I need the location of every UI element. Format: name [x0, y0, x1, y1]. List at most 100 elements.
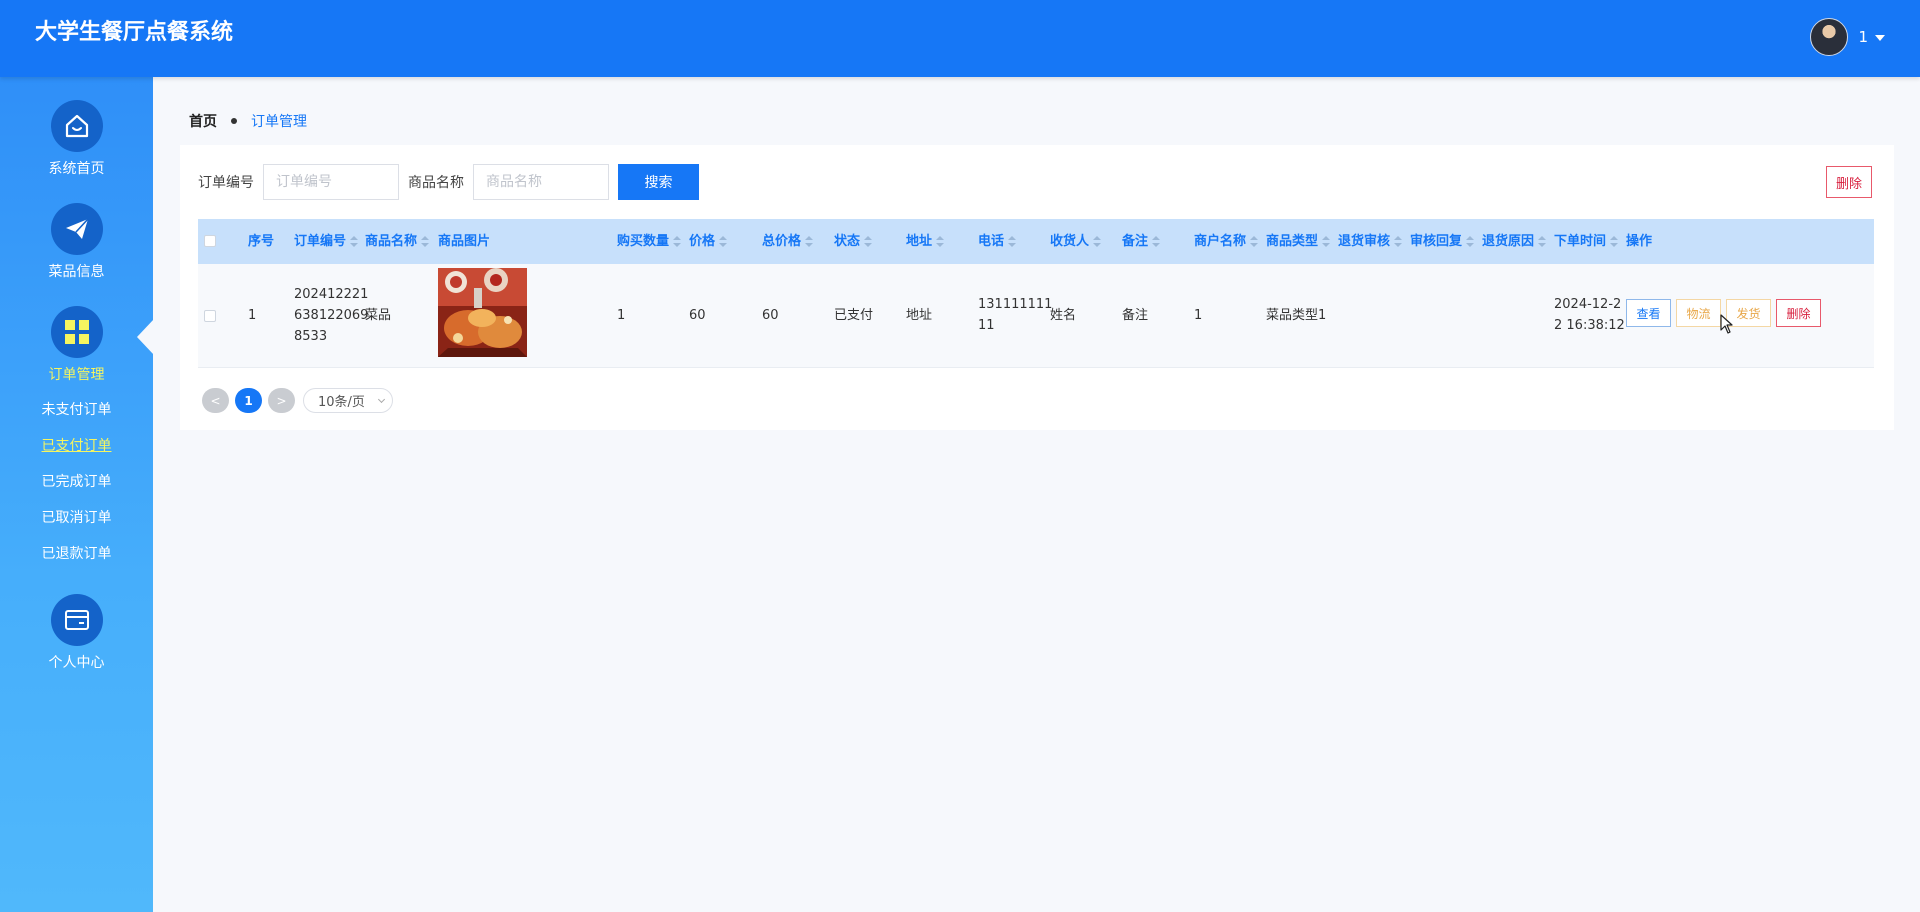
- cell-status: 已支付: [834, 308, 874, 323]
- sort-icon[interactable]: [421, 235, 430, 248]
- sort-icon[interactable]: [1250, 235, 1259, 248]
- product-name-input[interactable]: [473, 164, 609, 200]
- column-header-order-no[interactable]: 订单编号: [294, 219, 359, 264]
- cell-address: 地址: [906, 308, 933, 323]
- column-header-status[interactable]: 状态: [834, 219, 873, 264]
- sidebar-item-profile[interactable]: 个人中心: [0, 594, 153, 672]
- column-header-return-reason[interactable]: 退货原因: [1482, 219, 1547, 264]
- breadcrumb-current: 订单管理: [251, 114, 307, 130]
- orders-table: 序号 订单编号 商品名称 商品图片 购买数量 价格 总价格 状态 地址 电话 收…: [198, 219, 1874, 368]
- breadcrumb-separator-icon: [231, 118, 237, 124]
- sidebar-item-label: 个人中心: [48, 655, 105, 671]
- grid-icon: [50, 306, 103, 358]
- column-header-total-price[interactable]: 总价格: [762, 219, 814, 264]
- column-header-review-reply[interactable]: 审核回复: [1410, 219, 1475, 264]
- column-header-product-type[interactable]: 商品类型: [1266, 219, 1331, 264]
- page-size-select[interactable]: 10条/页: [303, 388, 393, 413]
- table-row: 1 202412221 638122069 8533 菜品 1 60 60 已支…: [198, 264, 1874, 368]
- sidebar: 系统首页 菜品信息 订单管理 未支付订单 已支付订单 已完成订单 已取消订单 已…: [0, 77, 154, 912]
- column-header-address[interactable]: 地址: [906, 219, 945, 264]
- active-indicator: [137, 319, 154, 355]
- breadcrumb-home[interactable]: 首页: [189, 111, 217, 131]
- column-header-merchant[interactable]: 商户名称: [1194, 219, 1259, 264]
- product-name-label: 商品名称: [408, 175, 464, 191]
- sort-icon[interactable]: [350, 235, 359, 248]
- home-icon: [50, 100, 103, 152]
- order-no-input[interactable]: [263, 164, 399, 200]
- sort-icon[interactable]: [864, 235, 873, 248]
- sidebar-item-home[interactable]: 系统首页: [0, 100, 153, 178]
- page-number-button[interactable]: 1: [235, 388, 262, 413]
- top-header: 大学生餐厅点餐系统 1: [0, 0, 1920, 77]
- sort-icon[interactable]: [1466, 235, 1475, 248]
- row-checkbox[interactable]: [204, 310, 216, 322]
- sort-icon[interactable]: [936, 235, 945, 248]
- sort-icon[interactable]: [1538, 235, 1547, 248]
- sort-icon[interactable]: [1008, 235, 1017, 248]
- cell-order-no: 202412221 638122069 8533: [294, 287, 369, 344]
- sidebar-sub-item-refunded[interactable]: 已退款订单: [0, 543, 153, 563]
- cell-consignee: 姓名: [1050, 308, 1077, 323]
- sort-icon[interactable]: [1322, 235, 1331, 248]
- sort-icon[interactable]: [1394, 235, 1403, 248]
- page-size-value: 10条/页: [318, 395, 365, 410]
- row-delete-button[interactable]: 删除: [1776, 299, 1821, 327]
- caret-down-icon[interactable]: [1875, 35, 1885, 41]
- avatar[interactable]: [1810, 18, 1849, 56]
- sort-icon[interactable]: [1093, 235, 1102, 248]
- breadcrumb: 首页 订单管理: [189, 111, 307, 131]
- column-header-remark[interactable]: 备注: [1122, 219, 1161, 264]
- search-bar: 订单编号 商品名称 搜索: [198, 164, 699, 200]
- chevron-down-icon: [377, 395, 386, 404]
- cell-merchant: 1: [1194, 308, 1203, 323]
- next-page-button[interactable]: >: [268, 388, 295, 413]
- prev-page-button[interactable]: <: [202, 388, 229, 413]
- select-all-checkbox[interactable]: [204, 235, 216, 247]
- sort-icon[interactable]: [1152, 235, 1161, 248]
- column-header-quantity[interactable]: 购买数量: [617, 219, 682, 264]
- column-header-product-name[interactable]: 商品名称: [365, 219, 430, 264]
- sidebar-item-label: 系统首页: [48, 161, 105, 177]
- user-name[interactable]: 1: [1858, 28, 1868, 46]
- sidebar-sub-item-paid[interactable]: 已支付订单: [0, 435, 153, 455]
- column-header-index: 序号: [248, 234, 275, 249]
- mouse-cursor-icon: [1720, 314, 1734, 338]
- sidebar-item-orders[interactable]: 订单管理: [0, 306, 153, 384]
- column-header-phone[interactable]: 电话: [978, 219, 1017, 264]
- sort-icon[interactable]: [1610, 235, 1619, 248]
- dish-image[interactable]: [438, 268, 527, 357]
- sort-icon[interactable]: [673, 235, 682, 248]
- view-button[interactable]: 查看: [1626, 299, 1671, 327]
- sort-icon[interactable]: [805, 235, 814, 248]
- column-header-price[interactable]: 价格: [689, 219, 728, 264]
- sidebar-item-label: 菜品信息: [48, 264, 105, 280]
- column-header-product-image: 商品图片: [438, 234, 491, 249]
- order-no-label: 订单编号: [198, 175, 254, 191]
- cell-remark: 备注: [1122, 308, 1149, 323]
- sidebar-item-label: 订单管理: [48, 367, 105, 383]
- app-title: 大学生餐厅点餐系统: [35, 20, 234, 45]
- cell-order-time: 2024-12-2 2 16:38:12: [1554, 297, 1625, 333]
- logistics-button[interactable]: 物流: [1676, 299, 1721, 327]
- cell-index: 1: [248, 308, 257, 323]
- sidebar-sub-item-unpaid[interactable]: 未支付订单: [0, 399, 153, 419]
- cell-price: 60: [689, 308, 706, 323]
- column-header-return-review[interactable]: 退货审核: [1338, 219, 1403, 264]
- orders-card: 订单编号 商品名称 搜索 删除 序号 订单编号 商品名称 商品图片 购买数量 价…: [180, 145, 1894, 430]
- sort-icon[interactable]: [719, 235, 728, 248]
- search-button[interactable]: 搜索: [618, 164, 699, 200]
- sidebar-sub-item-completed[interactable]: 已完成订单: [0, 471, 153, 491]
- cell-quantity: 1: [617, 308, 626, 323]
- cell-product-name: 菜品: [365, 308, 392, 323]
- table-header: 序号 订单编号 商品名称 商品图片 购买数量 价格 总价格 状态 地址 电话 收…: [198, 219, 1874, 264]
- column-header-consignee[interactable]: 收货人: [1050, 219, 1102, 264]
- cell-product-type: 菜品类型1: [1266, 308, 1327, 323]
- sidebar-item-dishes[interactable]: 菜品信息: [0, 203, 153, 281]
- cell-total-price: 60: [762, 308, 779, 323]
- pagination: < 1 > 10条/页: [202, 388, 393, 413]
- column-header-order-time[interactable]: 下单时间: [1554, 219, 1619, 264]
- sidebar-sub-item-cancelled[interactable]: 已取消订单: [0, 507, 153, 527]
- batch-delete-button[interactable]: 删除: [1826, 166, 1872, 198]
- user-menu[interactable]: 1: [1810, 18, 1885, 56]
- paper-plane-icon: [50, 203, 103, 255]
